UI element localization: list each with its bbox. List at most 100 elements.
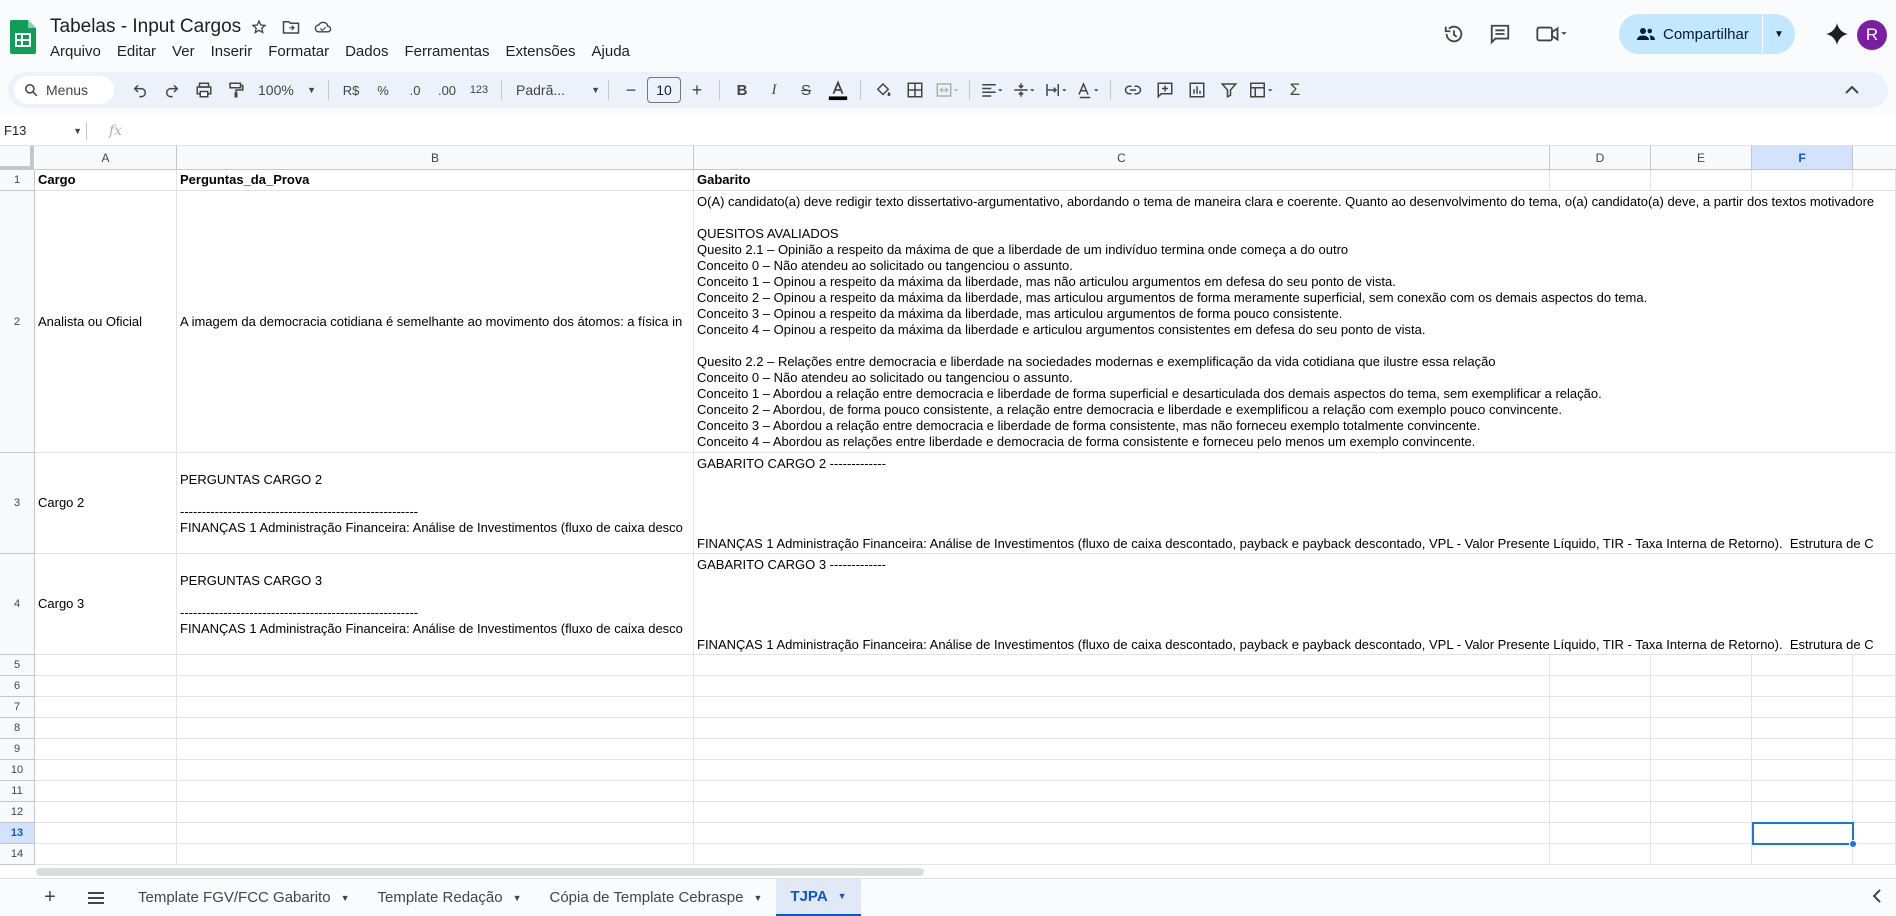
chevron-left-icon[interactable] bbox=[1872, 889, 1882, 908]
empty-cell[interactable] bbox=[1651, 739, 1752, 760]
avatar[interactable]: R bbox=[1857, 20, 1887, 50]
row-header[interactable]: 2 bbox=[0, 191, 35, 453]
empty-cell[interactable] bbox=[1752, 739, 1853, 760]
cell-b1[interactable]: Perguntas_da_Prova bbox=[177, 170, 694, 191]
empty-cell[interactable] bbox=[1651, 760, 1752, 781]
menu-ver[interactable]: Ver bbox=[164, 41, 203, 62]
paint-format-icon[interactable] bbox=[222, 76, 250, 104]
selected-cell-f13[interactable] bbox=[1752, 822, 1854, 845]
bold-icon[interactable]: B bbox=[728, 76, 756, 104]
empty-cell[interactable] bbox=[1853, 760, 1896, 781]
column-header-d[interactable]: D bbox=[1550, 146, 1651, 170]
decrease-decimal-button[interactable]: .0 bbox=[401, 76, 429, 104]
row-header[interactable]: 5 bbox=[0, 655, 35, 676]
empty-cell[interactable] bbox=[694, 676, 1550, 697]
empty-cell[interactable] bbox=[177, 718, 694, 739]
text-rotation-icon[interactable] bbox=[1074, 76, 1102, 104]
empty-cell[interactable] bbox=[177, 781, 694, 802]
functions-icon[interactable]: Σ bbox=[1281, 76, 1309, 104]
empty-cell[interactable] bbox=[1651, 676, 1752, 697]
empty-cell[interactable] bbox=[1752, 655, 1853, 676]
sheets-logo-icon[interactable] bbox=[10, 20, 36, 54]
empty-cell[interactable] bbox=[1853, 697, 1896, 718]
empty-cell[interactable] bbox=[1550, 781, 1651, 802]
empty-cell[interactable] bbox=[177, 739, 694, 760]
font-size-decrease-button[interactable]: − bbox=[617, 76, 645, 104]
menu-editar[interactable]: Editar bbox=[109, 41, 164, 62]
cloud-saved-icon[interactable] bbox=[314, 18, 332, 36]
empty-cell[interactable] bbox=[35, 655, 177, 676]
cell-b4[interactable]: PERGUNTAS CARGO 3 ----------------------… bbox=[177, 554, 694, 655]
text-color-icon[interactable] bbox=[824, 76, 852, 104]
menu-formatar[interactable]: Formatar bbox=[260, 41, 337, 62]
empty-cell[interactable] bbox=[35, 802, 177, 823]
empty-cell[interactable] bbox=[1853, 823, 1896, 844]
percent-format-button[interactable]: % bbox=[369, 76, 397, 104]
row-header[interactable]: 1 bbox=[0, 170, 35, 191]
sheet-tab-template-redacao[interactable]: Template Redação ▼ bbox=[363, 879, 535, 916]
empty-cell[interactable] bbox=[177, 655, 694, 676]
sheet-tab-tjpa[interactable]: TJPA ▼ bbox=[776, 878, 861, 916]
empty-cell[interactable] bbox=[1651, 781, 1752, 802]
empty-cell[interactable] bbox=[1752, 844, 1853, 865]
insert-link-icon[interactable] bbox=[1119, 76, 1147, 104]
sheet-tab-template-fgv-fcc[interactable]: Template FGV/FCC Gabarito ▼ bbox=[124, 879, 363, 916]
empty-cell[interactable] bbox=[35, 739, 177, 760]
empty-cell[interactable] bbox=[1752, 760, 1853, 781]
move-folder-icon[interactable] bbox=[282, 18, 300, 36]
horizontal-scrollbar[interactable] bbox=[36, 868, 924, 876]
select-all-corner[interactable] bbox=[0, 146, 34, 170]
share-dropdown-icon[interactable]: ▼ bbox=[1763, 14, 1795, 54]
menu-inserir[interactable]: Inserir bbox=[203, 41, 261, 62]
column-header-f[interactable]: F bbox=[1752, 146, 1853, 170]
empty-cell[interactable] bbox=[35, 823, 177, 844]
meet-video-icon[interactable] bbox=[1532, 20, 1572, 48]
empty-cell[interactable] bbox=[35, 718, 177, 739]
name-box[interactable]: F13 ▼ bbox=[0, 123, 86, 138]
empty-cell[interactable] bbox=[694, 844, 1550, 865]
empty-cell[interactable] bbox=[1752, 781, 1853, 802]
empty-cell[interactable] bbox=[1651, 844, 1752, 865]
empty-cell[interactable] bbox=[1550, 760, 1651, 781]
menu-extensoes[interactable]: Extensões bbox=[497, 41, 583, 62]
chevron-down-icon[interactable]: ▼ bbox=[341, 893, 350, 903]
column-header-c[interactable]: C bbox=[694, 146, 1550, 170]
currency-format-button[interactable]: R$ bbox=[337, 76, 365, 104]
row-header[interactable]: 14 bbox=[0, 844, 35, 865]
empty-cell[interactable] bbox=[694, 697, 1550, 718]
empty-cell[interactable] bbox=[694, 739, 1550, 760]
empty-cell[interactable] bbox=[694, 760, 1550, 781]
row-header[interactable]: 13 bbox=[0, 823, 35, 844]
filter-icon[interactable] bbox=[1215, 76, 1243, 104]
empty-cell[interactable] bbox=[1651, 718, 1752, 739]
all-sheets-icon[interactable] bbox=[78, 880, 114, 916]
add-sheet-button[interactable]: + bbox=[32, 880, 68, 916]
empty-cell[interactable] bbox=[694, 823, 1550, 844]
empty-cell[interactable] bbox=[1853, 802, 1896, 823]
empty-cell[interactable] bbox=[35, 760, 177, 781]
cell-c4[interactable]: GABARITO CARGO 3 ------------- FINANÇAS … bbox=[694, 554, 1896, 655]
row-header[interactable]: 10 bbox=[0, 760, 35, 781]
row-header[interactable]: 12 bbox=[0, 802, 35, 823]
column-header-a[interactable]: A bbox=[35, 146, 177, 170]
empty-cell[interactable] bbox=[1752, 802, 1853, 823]
gemini-spark-icon[interactable] bbox=[1823, 20, 1851, 48]
empty-cell[interactable] bbox=[177, 676, 694, 697]
sheet-tab-copia-cebraspe[interactable]: Cópia de Template Cebraspe ▼ bbox=[535, 879, 776, 916]
cell-a1[interactable]: Cargo bbox=[35, 170, 177, 191]
column-header-b[interactable]: B bbox=[177, 146, 694, 170]
empty-cell[interactable] bbox=[694, 718, 1550, 739]
column-header-e[interactable]: E bbox=[1651, 146, 1752, 170]
menu-ajuda[interactable]: Ajuda bbox=[584, 41, 638, 62]
cell-c2[interactable]: O(A) candidato(a) deve redigir texto dis… bbox=[694, 191, 1896, 453]
vertical-align-icon[interactable] bbox=[1010, 76, 1038, 104]
increase-decimal-button[interactable]: .00 bbox=[433, 76, 461, 104]
row-header[interactable]: 6 bbox=[0, 676, 35, 697]
empty-cell[interactable] bbox=[694, 802, 1550, 823]
menu-dados[interactable]: Dados bbox=[337, 41, 396, 62]
fill-color-icon[interactable] bbox=[869, 76, 897, 104]
row-header[interactable]: 4 bbox=[0, 554, 35, 655]
empty-cell[interactable] bbox=[694, 781, 1550, 802]
empty-cell[interactable] bbox=[35, 697, 177, 718]
row-header[interactable]: 9 bbox=[0, 739, 35, 760]
